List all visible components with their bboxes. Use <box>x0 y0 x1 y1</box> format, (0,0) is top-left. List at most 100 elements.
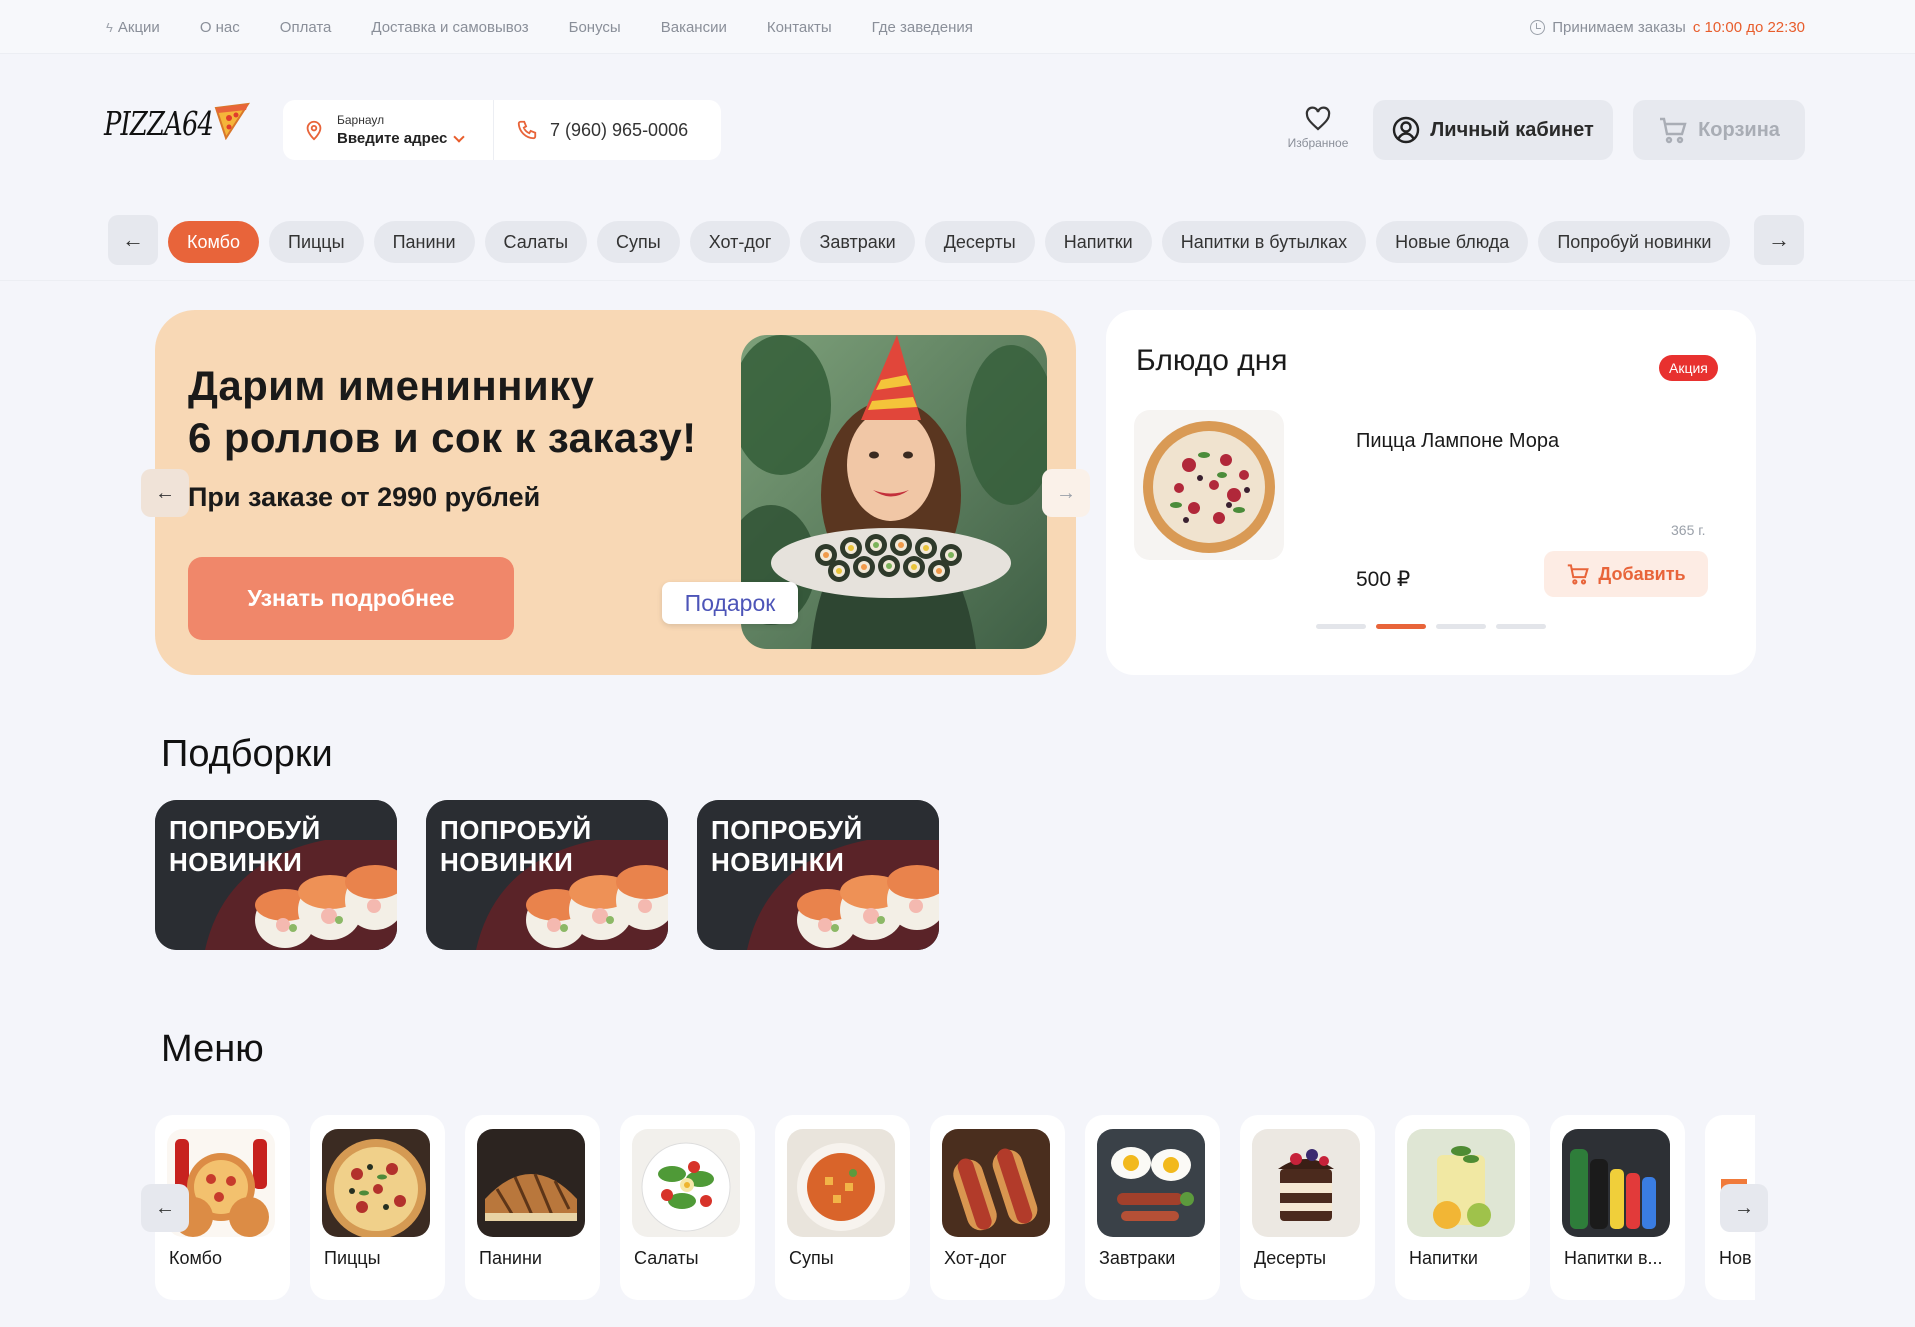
tab-desserts[interactable]: Десерты <box>924 221 1035 263</box>
menu-categories: Комбо Пиццы Панини Салаты Супы Хот-дог З… <box>155 1115 1755 1305</box>
favorites-label: Избранное <box>1287 136 1349 150</box>
top-nav-promotions[interactable]: ϟ Акции <box>106 19 160 36</box>
banner-prev-button[interactable]: ← <box>141 469 189 517</box>
menu-card-breakfast[interactable]: Завтраки <box>1085 1115 1220 1300</box>
dish-price: 500 ₽ <box>1356 568 1411 591</box>
menu-card-label: Хот-дог <box>944 1248 1007 1268</box>
menu-card-bottled-drinks[interactable]: Напитки в... <box>1550 1115 1685 1300</box>
top-nav: ϟ Акции О нас Оплата Доставка и самовыво… <box>106 19 973 36</box>
banner-title: Дарим имениннику 6 роллов и сок к заказу… <box>188 360 696 464</box>
collection-text-line: НОВИНКИ <box>711 847 845 877</box>
pizza-slice-icon <box>214 102 251 140</box>
dish-of-the-day-title: Блюдо дня <box>1136 344 1288 377</box>
tab-salads[interactable]: Салаты <box>484 221 588 263</box>
menu-card-desserts[interactable]: Десерты <box>1240 1115 1375 1300</box>
banner-next-button[interactable]: → <box>1042 469 1090 517</box>
tab-hotdog[interactable]: Хот-дог <box>689 221 791 263</box>
top-nav-payment[interactable]: Оплата <box>280 19 332 36</box>
top-nav-bonuses[interactable]: Бонусы <box>569 19 621 36</box>
carousel-dot-active[interactable] <box>1376 624 1426 629</box>
address-phone-block: Барнаул Введите адрес 7 (960) 965-0006 <box>283 100 721 160</box>
top-nav-label: Контакты <box>766 19 832 36</box>
tab-bottled-drinks[interactable]: Напитки в бутылках <box>1161 221 1367 263</box>
carousel-dot[interactable] <box>1496 624 1546 629</box>
top-nav-label: О нас <box>199 19 240 36</box>
phone-link[interactable]: 7 (960) 965-0006 <box>494 119 688 141</box>
tab-breakfast[interactable]: Завтраки <box>800 221 915 263</box>
top-nav-delivery[interactable]: Доставка и самовывоз <box>371 19 528 36</box>
top-nav-locations[interactable]: Где заведения <box>872 19 973 36</box>
cart-icon <box>1568 564 1590 585</box>
dish-of-the-day-card: Блюдо дня Акция Пицца Лампоне Мора 365 г… <box>1106 310 1756 675</box>
arrow-left-icon: ← <box>122 227 144 252</box>
phone-icon <box>517 120 537 140</box>
address-placeholder: Введите адрес <box>337 130 448 147</box>
add-to-cart-button[interactable]: Добавить <box>1544 551 1708 597</box>
menu-scroll-left-button[interactable]: ← <box>141 1184 189 1232</box>
tab-try-new[interactable]: Попробуй новинки <box>1538 221 1731 263</box>
phone-number: 7 (960) 965-0006 <box>550 119 689 140</box>
collection-card[interactable]: ПОПРОБУЙ НОВИНКИ <box>426 800 668 950</box>
dish-image[interactable] <box>1134 410 1284 560</box>
tab-panini[interactable]: Панини <box>373 221 475 263</box>
tab-pizza[interactable]: Пиццы <box>269 221 364 263</box>
dish-weight: 365 г. <box>1671 522 1706 538</box>
menu-card-label: Супы <box>789 1248 834 1268</box>
menu-card-salads[interactable]: Салаты <box>620 1115 755 1300</box>
category-scroll-right-button[interactable]: → <box>1754 215 1804 265</box>
carousel-dot[interactable] <box>1316 624 1366 629</box>
top-nav-label: Оплата <box>279 19 332 36</box>
tab-new-dishes[interactable]: Новые блюда <box>1376 221 1529 263</box>
menu-card-soups[interactable]: Супы <box>775 1115 910 1300</box>
cart-label: Корзина <box>1698 118 1780 141</box>
collection-text-line: ПОПРОБУЙ <box>440 815 592 845</box>
collection-text-line: НОВИНКИ <box>440 847 574 877</box>
logo[interactable]: PIZZA64 <box>104 102 251 143</box>
menu-card-label: Комбо <box>169 1248 222 1268</box>
menu-card-drinks[interactable]: Напитки <box>1395 1115 1530 1300</box>
tab-soups[interactable]: Супы <box>597 221 680 263</box>
collection-text: ПОПРОБУЙ НОВИНКИ <box>169 814 321 878</box>
bolt-icon: ϟ <box>106 20 113 35</box>
menu-card-pizza[interactable]: Пиццы <box>310 1115 445 1300</box>
menu-card-label: Завтраки <box>1099 1248 1176 1268</box>
learn-more-button[interactable]: Узнать подробнее <box>188 557 514 640</box>
banner-subtitle: При заказе от 2990 рублей <box>188 482 541 512</box>
menu-card-label: Пиццы <box>324 1248 381 1268</box>
account-button[interactable]: Личный кабинет <box>1373 100 1613 160</box>
top-bar: ϟ Акции О нас Оплата Доставка и самовыво… <box>0 0 1915 54</box>
menu-card-image <box>942 1129 1050 1237</box>
menu-card-label: Нов <box>1719 1248 1752 1268</box>
arrow-left-icon: ← <box>155 1196 175 1219</box>
arrow-right-icon: → <box>1768 227 1790 252</box>
city-name: Барнаул <box>337 113 385 127</box>
carousel-dot[interactable] <box>1436 624 1486 629</box>
menu-scroll-right-button[interactable]: → <box>1720 1184 1768 1232</box>
banner-title-line: 6 роллов и сок к заказу! <box>188 414 697 461</box>
tab-combo[interactable]: Комбо <box>168 221 259 263</box>
promo-banner[interactable]: Дарим имениннику 6 роллов и сок к заказу… <box>155 310 1076 675</box>
top-nav-about[interactable]: О нас <box>200 19 240 36</box>
top-nav-contacts[interactable]: Контакты <box>767 19 832 36</box>
carousel-dots <box>1316 624 1546 629</box>
menu-card-image <box>322 1129 430 1237</box>
top-nav-label: Акции <box>117 19 160 36</box>
dish-name[interactable]: Пицца Лампоне Мора <box>1356 430 1559 453</box>
menu-card-image <box>1562 1129 1670 1237</box>
top-nav-label: Вакансии <box>660 19 727 36</box>
favorites-button[interactable]: Избранное <box>1280 106 1356 150</box>
tab-drinks[interactable]: Напитки <box>1044 221 1152 263</box>
collection-card[interactable]: ПОПРОБУЙ НОВИНКИ <box>697 800 939 950</box>
address-selector[interactable]: Барнаул Введите адрес <box>283 100 494 160</box>
top-nav-vacancies[interactable]: Вакансии <box>661 19 727 36</box>
collection-text-line: НОВИНКИ <box>169 847 303 877</box>
cart-button[interactable]: Корзина <box>1633 100 1805 160</box>
category-scroll-left-button[interactable]: ← <box>108 215 158 265</box>
top-nav-label: Доставка и самовывоз <box>371 19 529 36</box>
cart-icon <box>1660 117 1687 144</box>
working-hours: Принимаем заказы с 10:00 до 22:30 <box>1530 19 1805 36</box>
address-input[interactable]: Введите адрес <box>337 130 465 147</box>
menu-card-hotdog[interactable]: Хот-дог <box>930 1115 1065 1300</box>
menu-card-panini[interactable]: Панини <box>465 1115 600 1300</box>
collection-card[interactable]: ПОПРОБУЙ НОВИНКИ <box>155 800 397 950</box>
